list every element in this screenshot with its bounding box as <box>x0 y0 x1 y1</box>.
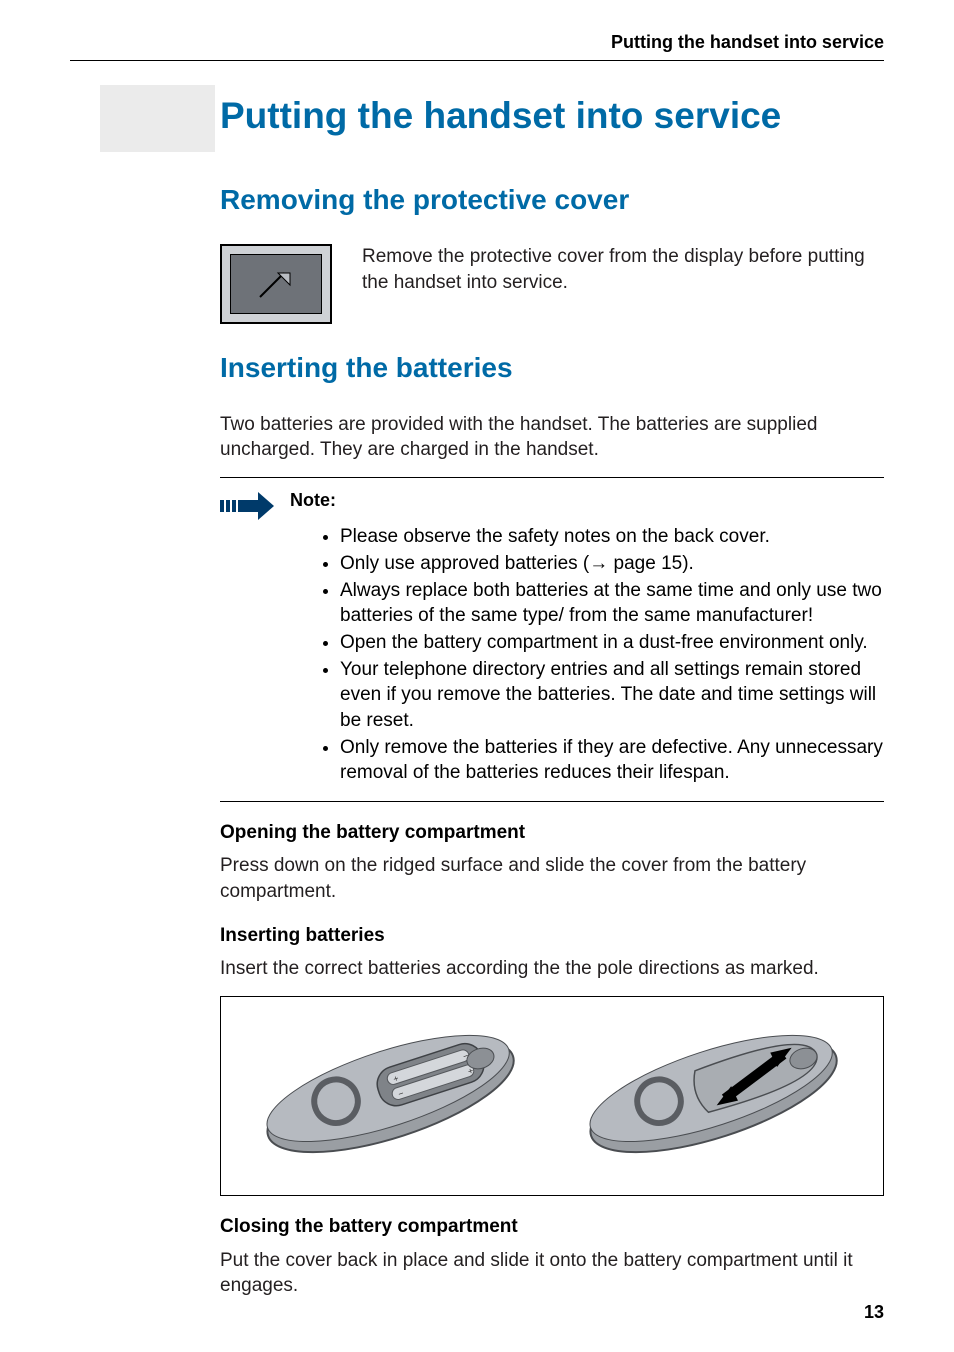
note-content: Note: Please observe the safety notes on… <box>290 488 884 787</box>
removing-row: Remove the protective cover from the dis… <box>220 244 884 324</box>
closing-paragraph: Put the cover back in place and slide it… <box>220 1248 884 1299</box>
note-list: Please observe the safety notes on the b… <box>290 524 884 785</box>
note-item: Please observe the safety notes on the b… <box>340 524 884 550</box>
note-arrow-icon <box>220 488 276 524</box>
opening-paragraph: Press down on the ridged surface and sli… <box>220 853 884 904</box>
note-label: Note: <box>290 488 884 512</box>
handset-open-figure: + − − + <box>242 1006 539 1186</box>
note-item: Always replace both batteries at the sam… <box>340 578 884 629</box>
page-number: 13 <box>864 1300 884 1324</box>
opening-heading: Opening the battery compartment <box>220 820 884 846</box>
header-rule <box>70 60 884 61</box>
note-item: Only remove the batteries if they are de… <box>340 735 884 786</box>
page-title: Putting the handset into service <box>220 91 884 141</box>
insert-heading: Inserting batteries <box>220 923 884 949</box>
margin-stripe <box>100 85 215 152</box>
inserting-intro: Two batteries are provided with the hand… <box>220 412 884 463</box>
note-item: Only use approved batteries (→ page 15). <box>340 551 884 577</box>
page: Putting the handset into service Putting… <box>0 0 954 1352</box>
note-box: Note: Please observe the safety notes on… <box>220 477 884 802</box>
note-item: Open the battery compartment in a dust-f… <box>340 630 884 656</box>
removing-paragraph: Remove the protective cover from the dis… <box>362 244 884 295</box>
note-item: Your telephone directory entries and all… <box>340 657 884 734</box>
handset-closed-figure <box>565 1006 862 1186</box>
section-inserting-heading: Inserting the batteries <box>220 349 884 387</box>
running-head: Putting the handset into service <box>70 30 884 60</box>
display-cover-figure <box>220 244 332 324</box>
section-removing-heading: Removing the protective cover <box>220 181 884 219</box>
battery-figure: + − − + <box>220 996 884 1196</box>
peel-arrow-icon <box>256 267 296 301</box>
closing-heading: Closing the battery compartment <box>220 1214 884 1240</box>
insert-paragraph: Insert the correct batteries according t… <box>220 956 884 982</box>
content-area: Putting the handset into service Removin… <box>220 91 884 1299</box>
